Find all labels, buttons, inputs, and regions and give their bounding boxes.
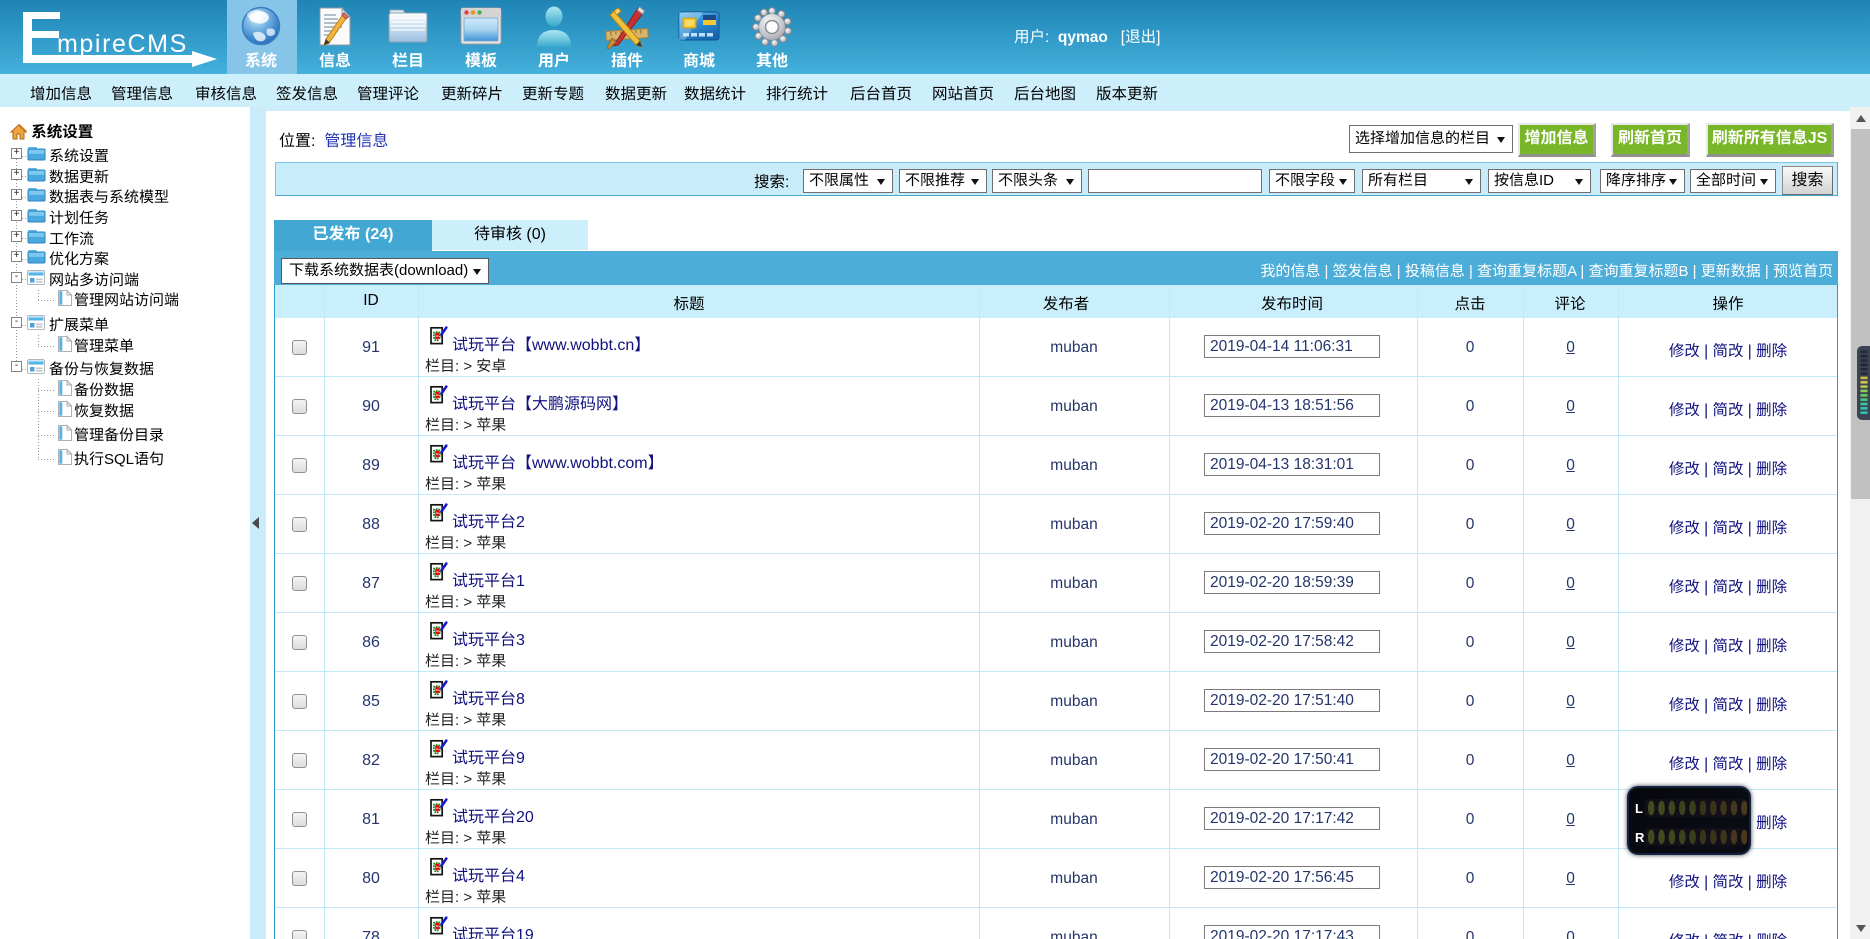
svg-text:mpireCMS: mpireCMS bbox=[57, 30, 188, 58]
